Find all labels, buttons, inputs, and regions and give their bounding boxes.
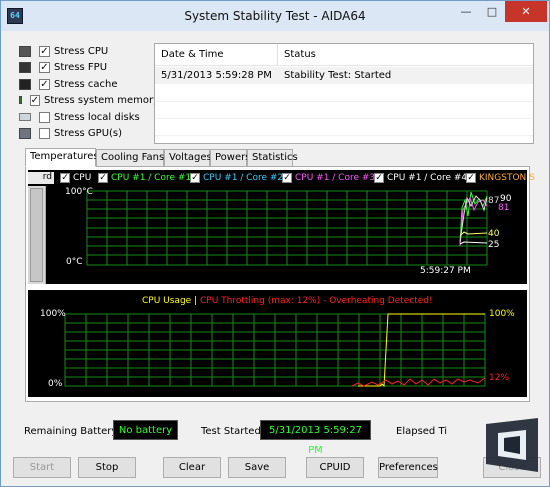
- stress-memory-label: Stress system memory: [43, 94, 159, 106]
- trace-core4: [459, 241, 488, 245]
- stress-fpu-checkbox[interactable]: ✓: [39, 61, 50, 73]
- fpu-chip-icon: [19, 61, 31, 73]
- cpu-title-separator: |: [194, 296, 198, 306]
- temp-time-label: 5:59:27 PM: [420, 266, 471, 276]
- cpu-usage-plot: [64, 313, 486, 388]
- battery-value: No battery: [113, 420, 178, 440]
- title-bar[interactable]: 64 System Stability Test - AIDA64 — □ ✕: [1, 1, 549, 31]
- temperature-graph: rd ✓ CPU ✓ CPU #1 / Core #1 ✓ CPU #1 / Core…: [28, 170, 535, 284]
- memory-module-icon: [19, 96, 22, 104]
- preferences-button[interactable]: Preferences: [378, 457, 438, 478]
- trace-kingston: [459, 231, 488, 237]
- battery-label: Remaining Battery:: [24, 426, 120, 437]
- cpu-y-max-label: 100%: [40, 309, 66, 319]
- temp-y-max-label: 100°C: [65, 187, 93, 197]
- save-button[interactable]: Save: [228, 457, 286, 478]
- column-status[interactable]: Status: [284, 49, 316, 60]
- cpu-usage-value: 100%: [489, 309, 515, 319]
- cpu-y-min-label: 0%: [48, 379, 63, 389]
- stress-disks-checkbox[interactable]: [39, 111, 50, 123]
- stress-gpu-option[interactable]: Stress GPU(s): [19, 125, 159, 141]
- table-row[interactable]: 5/31/2013 5:59:28 PM Stability Test: Sta…: [155, 67, 533, 84]
- cpu-graph-title: CPU Usage | CPU Throttling (max: 12%) - …: [142, 296, 433, 306]
- cpu-usage-graph: CPU Usage | CPU Throttling (max: 12%) - …: [28, 290, 527, 397]
- stress-disks-option[interactable]: Stress local disks: [19, 109, 159, 125]
- stress-gpu-checkbox[interactable]: [39, 127, 50, 139]
- start-button[interactable]: Start: [13, 457, 71, 478]
- logo-watermark-icon: [486, 418, 538, 472]
- temp-value-core4: 25: [488, 240, 500, 250]
- stress-fpu-label: Stress FPU: [54, 61, 108, 73]
- stress-fpu-option[interactable]: ✓ Stress FPU: [19, 59, 159, 75]
- temp-value-core3: 81: [498, 203, 510, 213]
- hard-disk-icon: [19, 113, 31, 121]
- cpu-usage-title: CPU Usage: [142, 296, 192, 306]
- status-table-header: Date & Time Status: [155, 44, 533, 66]
- minimize-button[interactable]: —: [453, 1, 479, 22]
- stop-button[interactable]: Stop: [78, 457, 136, 478]
- stress-cache-checkbox[interactable]: ✓: [39, 78, 50, 90]
- gpu-card-icon: [19, 127, 31, 139]
- stress-cpu-label: Stress CPU: [54, 45, 109, 57]
- stress-memory-checkbox[interactable]: ✓: [29, 94, 40, 106]
- temp-value-kingston: 40: [488, 229, 500, 239]
- cache-chip-icon: [19, 78, 31, 90]
- cpu-throttle-title: CPU Throttling (max: 12%) - Overheating …: [200, 296, 433, 306]
- row-datetime: 5/31/2013 5:59:28 PM: [161, 70, 272, 81]
- test-started-value: 5/31/2013 5:59:27 PM: [260, 420, 371, 456]
- stress-memory-option[interactable]: ✓ Stress system memory: [19, 92, 159, 108]
- stress-cpu-checkbox[interactable]: ✓: [39, 45, 50, 57]
- tab-powers[interactable]: Powers: [210, 149, 250, 167]
- row-status: Stability Test: Started: [284, 70, 392, 81]
- row-divider: [155, 101, 533, 102]
- test-started-label: Test Started:: [201, 426, 265, 437]
- stress-cache-label: Stress cache: [54, 78, 118, 90]
- clear-button[interactable]: Clear: [163, 457, 221, 478]
- stress-cache-option[interactable]: ✓ Stress cache: [19, 76, 159, 92]
- cpuid-button[interactable]: CPUID: [306, 457, 364, 478]
- cpu-throttle-value: 12%: [489, 373, 510, 383]
- close-window-button[interactable]: ✕: [505, 1, 547, 22]
- tab-temperatures[interactable]: Temperatures: [25, 148, 99, 167]
- row-divider: [155, 135, 533, 136]
- stress-gpu-label: Stress GPU(s): [54, 127, 123, 139]
- tab-voltages[interactable]: Voltages: [164, 149, 212, 167]
- cpu-chip-icon: [19, 45, 31, 57]
- status-log-table[interactable]: Date & Time Status 5/31/2013 5:59:28 PM …: [154, 43, 534, 144]
- cpu-usage-grid: [64, 313, 486, 387]
- tab-statistics[interactable]: Statistics: [247, 149, 298, 167]
- temp-y-min-label: 0°C: [66, 257, 83, 267]
- tab-cooling-fans[interactable]: Cooling Fans: [96, 149, 164, 167]
- cpu-throttle-trace: [351, 377, 486, 387]
- temperature-grid: [86, 190, 488, 266]
- stress-cpu-option[interactable]: ✓ Stress CPU: [19, 43, 159, 59]
- aida64-window: 64 System Stability Test - AIDA64 — □ ✕ …: [0, 0, 550, 487]
- stress-disks-label: Stress local disks: [54, 111, 140, 123]
- row-divider: [155, 118, 533, 119]
- elapsed-time-label: Elapsed Ti: [396, 426, 448, 437]
- column-date-time[interactable]: Date & Time: [161, 49, 224, 60]
- column-divider: [277, 44, 278, 66]
- maximize-button[interactable]: □: [479, 1, 505, 22]
